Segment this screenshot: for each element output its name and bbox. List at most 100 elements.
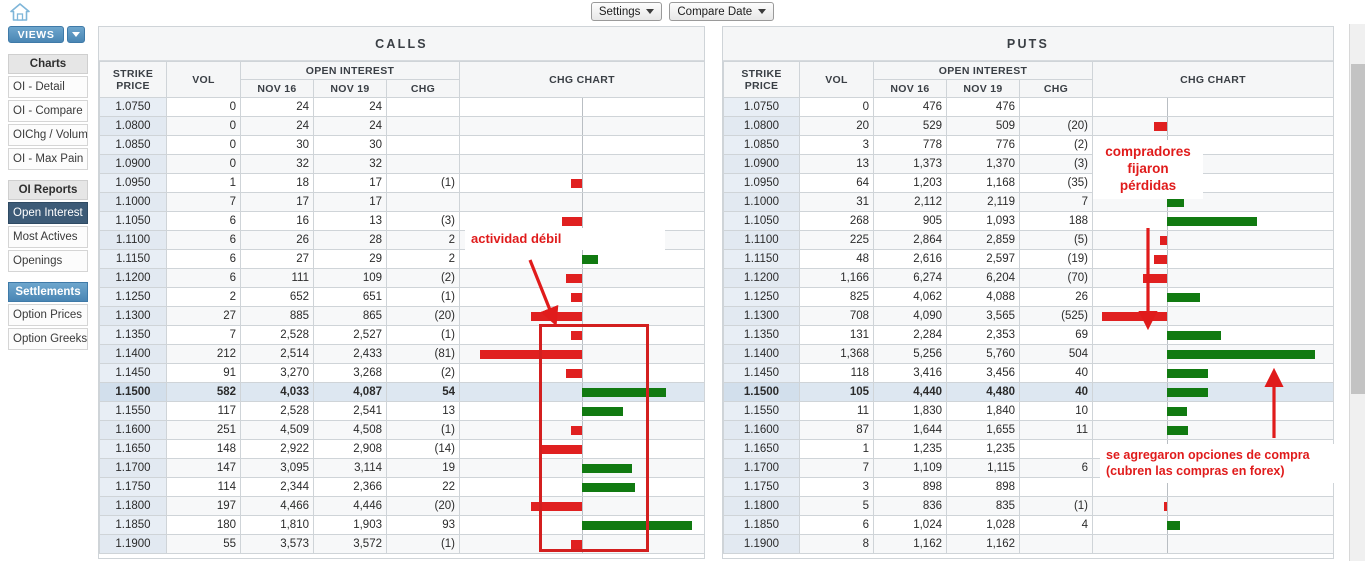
cell-strike-price: 1.1350	[99, 325, 167, 345]
views-button[interactable]: VIEWS	[8, 26, 64, 43]
table-row[interactable]: 1.1000 31 2,112 2,119 7	[723, 192, 1334, 212]
table-row[interactable]: 1.1050 268 905 1,093 188	[723, 211, 1334, 231]
table-row[interactable]: 1.1050 6 16 13 (3)	[99, 211, 705, 231]
table-row[interactable]: 1.0850 3 778 776 (2)	[723, 135, 1334, 155]
sidebar-item-oi-detail[interactable]: OI - Detail	[8, 76, 88, 98]
table-row[interactable]: 1.1600 87 1,644 1,655 11	[723, 420, 1334, 440]
table-row[interactable]: 1.0800 20 529 509 (20)	[723, 116, 1334, 136]
cell-chg: (35)	[1019, 173, 1093, 193]
cell-chg-chart	[1092, 420, 1334, 440]
table-row[interactable]: 1.1150 6 27 29 2	[99, 249, 705, 269]
col-date-nov19[interactable]: NOV 19	[946, 79, 1020, 98]
table-row[interactable]: 1.0800 0 24 24	[99, 116, 705, 136]
col-date-nov19[interactable]: NOV 19	[313, 79, 387, 98]
col-vol[interactable]: VOL	[166, 61, 241, 98]
cell-vol: 27	[166, 306, 241, 326]
compare-date-button[interactable]: Compare Date	[669, 2, 775, 21]
table-row[interactable]: 1.0850 0 30 30	[99, 135, 705, 155]
cell-chg	[386, 135, 460, 155]
chg-bar	[531, 502, 582, 511]
col-chg[interactable]: CHG	[386, 79, 460, 98]
table-row[interactable]: 1.0750 0 24 24	[99, 97, 705, 117]
table-row[interactable]: 1.0750 0 476 476	[723, 97, 1334, 117]
cell-chg-chart	[459, 344, 705, 364]
table-row[interactable]: 1.1350 7 2,528 2,527 (1)	[99, 325, 705, 345]
sidebar-item-openings[interactable]: Openings	[8, 250, 88, 272]
views-control[interactable]: VIEWS	[8, 26, 85, 43]
table-row[interactable]: 1.1500 582 4,033 4,087 54	[99, 382, 705, 402]
table-row[interactable]: 1.1550 117 2,528 2,541 13	[99, 401, 705, 421]
table-row[interactable]: 1.1700 7 1,109 1,115 6	[723, 458, 1334, 478]
sidebar-item-oi-max-pain[interactable]: OI - Max Pain	[8, 148, 88, 170]
table-row[interactable]: 1.1200 1,166 6,274 6,204 (70)	[723, 268, 1334, 288]
cell-vol: 1	[166, 173, 241, 193]
cell-strike-price: 1.1400	[723, 344, 800, 364]
cell-oi-date2: 6,204	[946, 268, 1020, 288]
chart-zero-axis	[1166, 117, 1168, 135]
table-row[interactable]: 1.1500 105 4,440 4,480 40	[723, 382, 1334, 402]
cell-oi-date1: 2,112	[873, 192, 947, 212]
table-row[interactable]: 1.1850 6 1,024 1,028 4	[723, 515, 1334, 535]
sidebar-item-most-actives[interactable]: Most Actives	[8, 226, 88, 248]
table-row[interactable]: 1.1700 147 3,095 3,114 19	[99, 458, 705, 478]
sidebar-item-open-interest[interactable]: Open Interest	[8, 202, 88, 224]
table-row[interactable]: 1.1600 251 4,509 4,508 (1)	[99, 420, 705, 440]
table-row[interactable]: 1.1650 148 2,922 2,908 (14)	[99, 439, 705, 459]
table-row[interactable]: 1.1400 1,368 5,256 5,760 504	[723, 344, 1334, 364]
table-row[interactable]: 1.0900 0 32 32	[99, 154, 705, 174]
table-row[interactable]: 1.1750 3 898 898	[723, 477, 1334, 497]
sidebar-item-option-prices[interactable]: Option Prices	[8, 304, 88, 326]
table-row[interactable]: 1.1900 8 1,162 1,162	[723, 534, 1334, 554]
table-row[interactable]: 1.1850 180 1,810 1,903 93	[99, 515, 705, 535]
home-icon[interactable]	[9, 2, 31, 22]
table-row[interactable]: 1.1100 6 26 28 2	[99, 230, 705, 250]
table-row[interactable]: 1.0900 13 1,373 1,370 (3)	[723, 154, 1334, 174]
table-row[interactable]: 1.1000 7 17 17	[99, 192, 705, 212]
table-row[interactable]: 1.0950 64 1,203 1,168 (35)	[723, 173, 1334, 193]
table-row[interactable]: 1.0950 1 18 17 (1)	[99, 173, 705, 193]
nav-group-charts[interactable]: Charts	[8, 54, 88, 74]
table-row[interactable]: 1.1250 2 652 651 (1)	[99, 287, 705, 307]
col-date-nov16[interactable]: NOV 16	[873, 79, 947, 98]
sidebar-item-oi-compare[interactable]: OI - Compare	[8, 100, 88, 122]
settings-button[interactable]: Settings	[590, 2, 663, 21]
table-row[interactable]: 1.1200 6 111 109 (2)	[99, 268, 705, 288]
table-row[interactable]: 1.1800 5 836 835 (1)	[723, 496, 1334, 516]
table-row[interactable]: 1.1100 225 2,864 2,859 (5)	[723, 230, 1334, 250]
table-row[interactable]: 1.1550 11 1,830 1,840 10	[723, 401, 1334, 421]
col-date-nov16[interactable]: NOV 16	[240, 79, 314, 98]
cell-chg	[1019, 477, 1093, 497]
cell-vol: 0	[166, 116, 241, 136]
table-row[interactable]: 1.1800 197 4,466 4,446 (20)	[99, 496, 705, 516]
table-row[interactable]: 1.1400 212 2,514 2,433 (81)	[99, 344, 705, 364]
nav-group-oi-reports[interactable]: OI Reports	[8, 180, 88, 200]
cell-chg-chart	[459, 458, 705, 478]
chg-bar	[1166, 350, 1315, 359]
table-row[interactable]: 1.1750 114 2,344 2,366 22	[99, 477, 705, 497]
table-row[interactable]: 1.1150 48 2,616 2,597 (19)	[723, 249, 1334, 269]
table-row[interactable]: 1.1650 1 1,235 1,235	[723, 439, 1334, 459]
table-row[interactable]: 1.1300 27 885 865 (20)	[99, 306, 705, 326]
cell-chg: 13	[386, 401, 460, 421]
views-dropdown-button[interactable]	[67, 26, 85, 43]
vertical-scrollbar[interactable]	[1349, 24, 1365, 561]
cell-oi-date2: 3,565	[946, 306, 1020, 326]
table-row[interactable]: 1.1300 708 4,090 3,565 (525)	[723, 306, 1334, 326]
sidebar-item-option-greeks[interactable]: Option Greeks	[8, 328, 88, 350]
table-row[interactable]: 1.1450 118 3,416 3,456 40	[723, 363, 1334, 383]
cell-strike-price: 1.1050	[99, 211, 167, 231]
cell-oi-date2: 24	[313, 97, 387, 117]
cell-chg-chart	[1092, 230, 1334, 250]
col-vol[interactable]: VOL	[799, 61, 874, 98]
col-strike-price[interactable]: STRIKE PRICE	[99, 61, 167, 98]
cell-chg-chart	[1092, 287, 1334, 307]
table-row[interactable]: 1.1250 825 4,062 4,088 26	[723, 287, 1334, 307]
table-row[interactable]: 1.1350 131 2,284 2,353 69	[723, 325, 1334, 345]
scrollbar-thumb[interactable]	[1351, 64, 1365, 394]
sidebar-item-oichg-volume[interactable]: OIChg / Volume	[8, 124, 88, 146]
nav-group-settlements[interactable]: Settlements	[8, 282, 88, 302]
table-row[interactable]: 1.1900 55 3,573 3,572 (1)	[99, 534, 705, 554]
col-chg[interactable]: CHG	[1019, 79, 1093, 98]
table-row[interactable]: 1.1450 91 3,270 3,268 (2)	[99, 363, 705, 383]
col-strike-price[interactable]: STRIKE PRICE	[723, 61, 800, 98]
